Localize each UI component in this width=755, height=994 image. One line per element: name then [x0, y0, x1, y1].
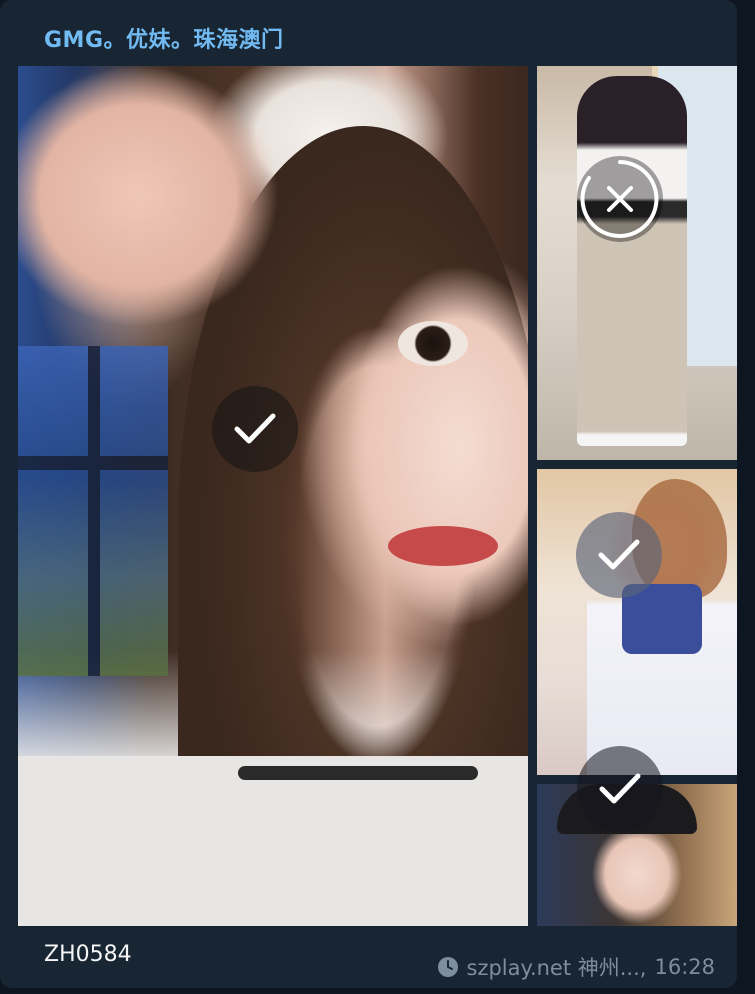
photo-shirt-shape: [18, 756, 528, 926]
message-bubble[interactable]: GMG。优妹。珠海澳门 ZH0584 szplay.net 神州..., 16:…: [0, 0, 737, 988]
check-icon: [599, 773, 641, 804]
photo-face-shape: [592, 824, 682, 924]
photo-figure-shape: [577, 76, 687, 446]
sender-name[interactable]: GMG。优妹。珠海澳门: [44, 22, 284, 54]
photo-lips-shape: [388, 526, 498, 566]
select-toggle-mid-right[interactable]: [576, 512, 662, 598]
photo-main[interactable]: [18, 66, 528, 926]
select-toggle-main[interactable]: [212, 386, 298, 472]
photo-top-right[interactable]: [537, 66, 737, 460]
photo-hand-shape: [18, 66, 308, 386]
message-time: 16:28: [654, 955, 715, 979]
message-meta: szplay.net 神州..., 16:28: [437, 952, 715, 982]
check-icon: [234, 413, 276, 444]
clock-icon: [437, 957, 458, 977]
message-caption: ZH0584: [44, 942, 132, 967]
cancel-download-button[interactable]: [577, 156, 663, 242]
photo-shirt-stripe: [238, 766, 478, 780]
photo-eye-shape: [398, 321, 468, 366]
message-source[interactable]: szplay.net 神州...,: [467, 952, 647, 982]
check-icon: [598, 539, 640, 570]
loading-ring-icon: [580, 160, 659, 238]
photo-background-window: [18, 346, 168, 676]
select-toggle-bottom-right[interactable]: [577, 746, 663, 832]
photo-mid-right[interactable]: [537, 469, 737, 775]
